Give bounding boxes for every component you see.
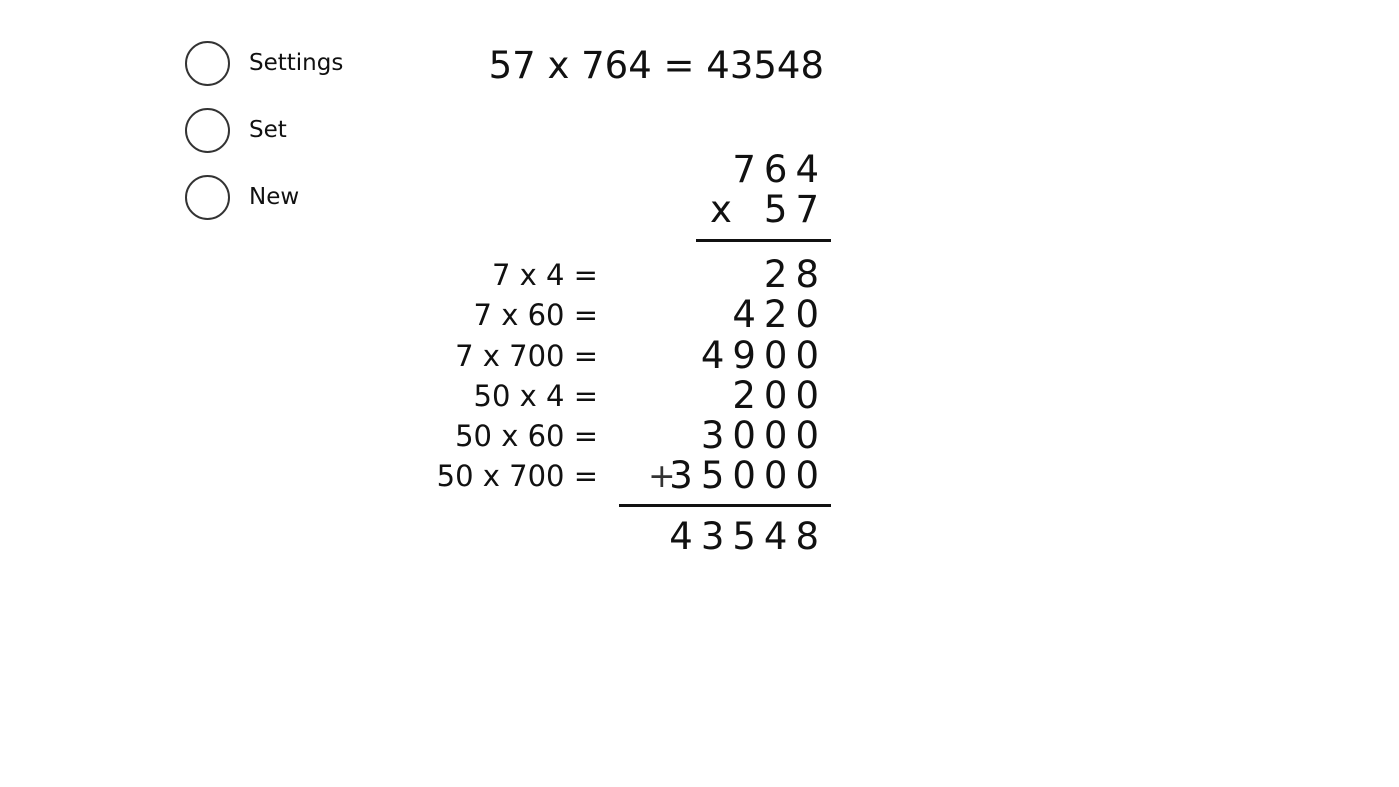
multiply-sign: x xyxy=(710,188,732,231)
step-value: 3000 xyxy=(700,414,827,457)
step-value: 4900 xyxy=(700,334,827,377)
step-label: 50 x 60 = xyxy=(455,419,598,453)
equation-text: 57 x 764 = 43548 xyxy=(488,44,824,87)
step-value: 200 xyxy=(732,374,827,417)
set-label[interactable]: Set xyxy=(249,117,287,143)
step-value: 420 xyxy=(732,293,827,336)
multiplicand: 764 xyxy=(732,148,827,191)
new-label[interactable]: New xyxy=(249,184,299,210)
result-value: 43548 xyxy=(669,515,827,558)
step-label: 7 x 4 = xyxy=(491,258,598,292)
settings-circle-icon[interactable] xyxy=(185,40,230,86)
multiplier: 57 xyxy=(763,188,827,231)
step-value: 28 xyxy=(763,253,827,296)
set-circle-icon[interactable] xyxy=(185,107,230,153)
step-label: 7 x 700 = xyxy=(455,339,598,373)
set-button[interactable]: Set xyxy=(185,106,287,154)
new-button[interactable]: New xyxy=(185,173,299,221)
top-rule xyxy=(696,239,831,242)
step-value: 35000 xyxy=(669,454,827,497)
settings-button[interactable]: Settings xyxy=(185,39,343,87)
step-label: 7 x 60 = xyxy=(473,298,598,332)
step-label: 50 x 700 = xyxy=(436,459,598,493)
settings-label[interactable]: Settings xyxy=(249,50,343,76)
step-label: 50 x 4 = xyxy=(473,379,598,413)
new-circle-icon[interactable] xyxy=(185,174,230,220)
bottom-rule xyxy=(619,504,831,507)
